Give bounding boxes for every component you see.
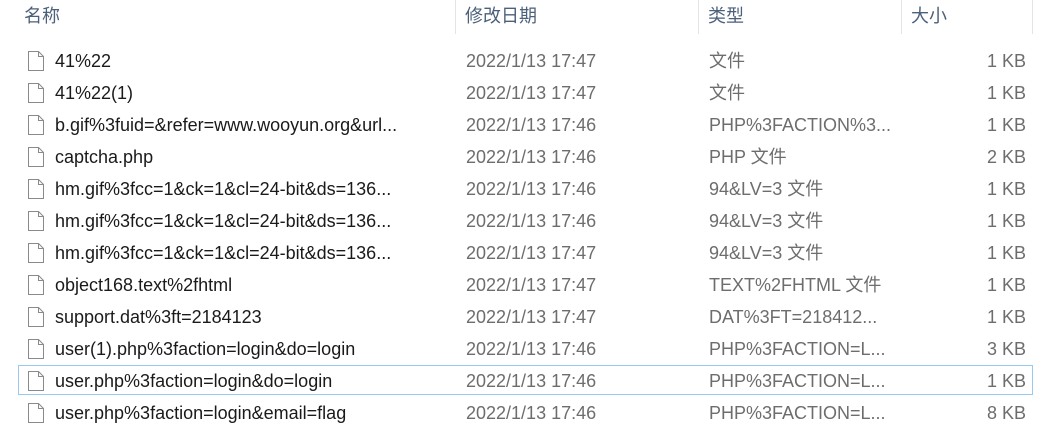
file-name: user.php%3faction=login&do=login [55, 371, 333, 391]
column-header-date[interactable]: 修改日期 [457, 0, 699, 34]
file-type: PHP%3FACTION=L... [709, 371, 886, 391]
file-type: 94&LV=3 文件 [709, 211, 824, 231]
column-header-type-label: 类型 [708, 6, 744, 26]
file-date: 2022/1/13 17:47 [466, 275, 597, 295]
file-size: 1 KB [986, 179, 1026, 199]
file-row[interactable]: support.dat%3ft=2184123 2022/1/13 17:47 … [18, 301, 1033, 331]
file-size: 1 KB [986, 115, 1026, 135]
file-name: b.gif%3fuid=&refer=www.wooyun.org&url... [55, 115, 398, 135]
file-type: PHP 文件 [709, 147, 787, 167]
column-header-name-label: 名称 [24, 6, 60, 26]
file-type: 文件 [709, 83, 745, 103]
file-row[interactable]: captcha.php 2022/1/13 17:46 PHP 文件 2 KB [18, 141, 1033, 171]
column-header-name[interactable]: 名称 [16, 0, 456, 34]
file-icon [28, 275, 44, 295]
file-icon [28, 51, 44, 71]
file-icon [28, 371, 44, 391]
file-icon [28, 83, 44, 103]
file-size: 1 KB [986, 51, 1026, 71]
file-icon [28, 115, 44, 135]
column-header-type[interactable]: 类型 [700, 0, 902, 34]
file-type: PHP%3FACTION%3... [709, 115, 892, 135]
file-row[interactable]: object168.text%2fhtml 2022/1/13 17:47 TE… [18, 269, 1033, 299]
file-type: DAT%3FT=218412... [709, 307, 878, 327]
file-size: 8 KB [986, 403, 1026, 423]
file-date: 2022/1/13 17:46 [466, 403, 597, 423]
file-type: PHP%3FACTION=L... [709, 339, 886, 359]
file-size: 1 KB [986, 371, 1026, 391]
file-name: 41%22 [55, 51, 112, 71]
file-row[interactable]: user(1).php%3faction=login&do=login 2022… [18, 333, 1033, 363]
file-row[interactable]: 41%22 2022/1/13 17:47 文件 1 KB [18, 45, 1033, 75]
file-date: 2022/1/13 17:47 [466, 307, 597, 327]
file-size: 3 KB [986, 339, 1026, 359]
column-header-bar: 名称 修改日期 类型 大小 [0, 0, 1064, 34]
file-name: user(1).php%3faction=login&do=login [55, 339, 356, 359]
file-row[interactable]: hm.gif%3fcc=1&ck=1&cl=24-bit&ds=136... 2… [18, 173, 1033, 203]
file-date: 2022/1/13 17:47 [466, 243, 597, 263]
file-row[interactable]: hm.gif%3fcc=1&ck=1&cl=24-bit&ds=136... 2… [18, 205, 1033, 235]
file-name: hm.gif%3fcc=1&ck=1&cl=24-bit&ds=136... [55, 179, 392, 199]
file-date: 2022/1/13 17:46 [466, 115, 597, 135]
file-date: 2022/1/13 17:47 [466, 51, 597, 71]
file-date: 2022/1/13 17:46 [466, 339, 597, 359]
file-type: TEXT%2FHTML 文件 [709, 275, 882, 295]
file-size: 1 KB [986, 243, 1026, 263]
file-name: hm.gif%3fcc=1&ck=1&cl=24-bit&ds=136... [55, 211, 392, 231]
file-name: hm.gif%3fcc=1&ck=1&cl=24-bit&ds=136... [55, 243, 392, 263]
file-name: 41%22(1) [55, 83, 134, 103]
file-icon [28, 403, 44, 423]
column-header-size-label: 大小 [911, 6, 947, 26]
file-icon [28, 339, 44, 359]
file-date: 2022/1/13 17:46 [466, 211, 597, 231]
file-icon [28, 243, 44, 263]
file-size: 1 KB [986, 211, 1026, 231]
file-name: support.dat%3ft=2184123 [55, 307, 262, 327]
file-name: captcha.php [55, 147, 154, 167]
file-name: object168.text%2fhtml [55, 275, 233, 295]
file-size: 1 KB [986, 275, 1026, 295]
file-size: 2 KB [986, 147, 1026, 167]
column-header-date-label: 修改日期 [465, 6, 537, 26]
file-type: PHP%3FACTION=L... [709, 403, 886, 423]
file-date: 2022/1/13 17:47 [466, 83, 597, 103]
file-date: 2022/1/13 17:46 [466, 179, 597, 199]
file-date: 2022/1/13 17:46 [466, 371, 597, 391]
file-type: 文件 [709, 51, 745, 71]
file-row[interactable]: b.gif%3fuid=&refer=www.wooyun.org&url...… [18, 109, 1033, 139]
file-row[interactable]: hm.gif%3fcc=1&ck=1&cl=24-bit&ds=136... 2… [18, 237, 1033, 267]
file-row[interactable]: user.php%3faction=login&email=flag 2022/… [18, 397, 1033, 427]
file-type: 94&LV=3 文件 [709, 179, 824, 199]
file-name: user.php%3faction=login&email=flag [55, 403, 347, 423]
file-size: 1 KB [986, 307, 1026, 327]
file-icon [28, 307, 44, 327]
file-icon [28, 179, 44, 199]
file-size: 1 KB [986, 83, 1026, 103]
file-row[interactable]: user.php%3faction=login&do=login 2022/1/… [18, 365, 1033, 395]
file-icon [28, 147, 44, 167]
file-icon [28, 211, 44, 231]
file-explorer: 名称 修改日期 类型 大小 41%22 2022/1/13 17:47 文件 1… [0, 0, 1064, 448]
file-type: 94&LV=3 文件 [709, 243, 824, 263]
column-header-size[interactable]: 大小 [903, 0, 1033, 34]
file-date: 2022/1/13 17:46 [466, 147, 597, 167]
file-row[interactable]: 41%22(1) 2022/1/13 17:47 文件 1 KB [18, 77, 1033, 107]
